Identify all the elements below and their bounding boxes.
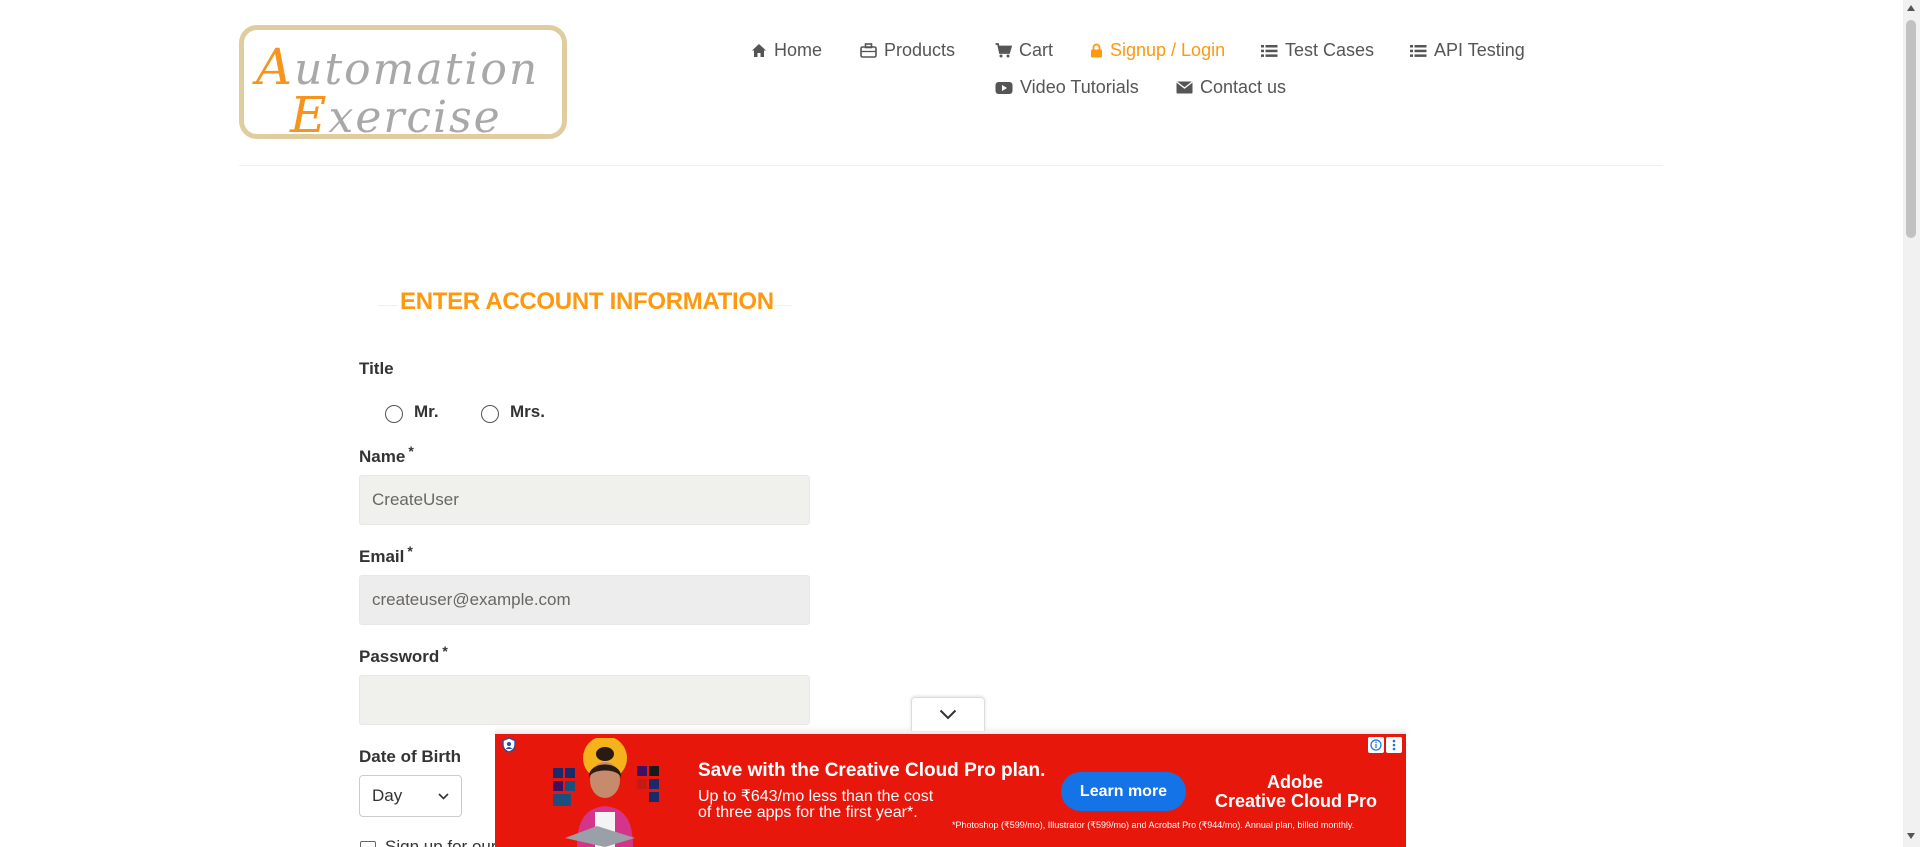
heading-line-left (378, 305, 398, 306)
ad-banner[interactable]: Save with the Creative Cloud Pro plan. U… (495, 734, 1406, 847)
dob-label: Date of Birth (359, 747, 461, 766)
ad-collapse-button[interactable] (911, 697, 985, 731)
scroll-down-arrow-icon[interactable] (1907, 833, 1915, 839)
nav-test-cases[interactable]: Test Cases (1261, 40, 1374, 61)
email-label: Email * (359, 543, 413, 566)
header-divider (239, 165, 1663, 166)
nav-signup-login[interactable]: Signup / Login (1090, 40, 1225, 61)
page-scrollbar[interactable] (1903, 0, 1920, 847)
password-label: Password * (359, 643, 448, 666)
title-mrs-radio[interactable] (481, 405, 499, 423)
ad-person-image (553, 738, 659, 847)
name-field[interactable]: CreateUser (359, 475, 810, 525)
logo-line-2: Exercise (290, 86, 502, 139)
form-heading: ENTER ACCOUNT INFORMATION (378, 288, 792, 322)
more-vertical-icon (1392, 739, 1396, 751)
ad-learn-more-button[interactable]: Learn more (1061, 772, 1186, 811)
ad-subtext-1: Up to ₹643/mo less than the cost (698, 788, 934, 805)
site-logo[interactable]: Automation Exercise (239, 25, 567, 139)
nav-video-tutorials[interactable]: Video Tutorials (995, 77, 1139, 98)
title-mr-radio[interactable] (385, 405, 403, 423)
lock-icon (1091, 43, 1102, 58)
briefcase-icon (860, 43, 877, 58)
nav-api-testing[interactable]: API Testing (1410, 40, 1525, 61)
name-label: Name * (359, 443, 414, 466)
email-field[interactable]: createuser@example.com (359, 575, 810, 625)
nav-home[interactable]: Home (751, 40, 822, 61)
nav-products[interactable]: Products (860, 40, 955, 61)
title-mr-label: Mr. (414, 402, 439, 421)
nav-contact-us[interactable]: Contact us (1176, 77, 1286, 98)
chevron-down-icon (939, 709, 957, 720)
required-mark: * (407, 543, 413, 559)
ad-subtext-2: of three apps for the first year*. (698, 804, 918, 821)
list-icon (1261, 44, 1278, 57)
cart-icon (995, 43, 1012, 58)
dob-day-select[interactable]: Day (359, 775, 462, 817)
home-icon (752, 44, 766, 57)
youtube-icon (995, 81, 1013, 94)
ad-headline: Save with the Creative Cloud Pro plan. (698, 760, 1046, 781)
form-heading-text: ENTER ACCOUNT INFORMATION (400, 288, 774, 315)
scroll-up-arrow-icon[interactable] (1907, 5, 1915, 11)
heading-line-right (772, 305, 792, 306)
scrollbar-thumb[interactable] (1906, 20, 1916, 238)
required-mark: * (408, 443, 414, 459)
shield-icon (502, 737, 516, 753)
envelope-icon (1176, 81, 1193, 94)
password-field[interactable] (359, 675, 810, 725)
ad-info-button[interactable] (1368, 737, 1384, 753)
title-mrs-label: Mrs. (510, 402, 545, 421)
title-label: Title (359, 359, 394, 378)
ad-brand-product: Creative Cloud Pro (1215, 791, 1378, 811)
ad-fine-print: *Photoshop (₹599/mo), Illustrator (₹599/… (952, 820, 1355, 830)
newsletter-checkbox[interactable] (360, 841, 376, 847)
nav-cart[interactable]: Cart (995, 40, 1053, 61)
ad-menu-button[interactable] (1386, 737, 1402, 753)
required-mark: * (442, 643, 448, 659)
ad-brand-adobe: Adobe (1267, 772, 1323, 792)
list-icon (1410, 44, 1427, 57)
chevron-down-icon (438, 792, 449, 800)
site-header: Automation Exercise Home Products Cart S… (0, 0, 1920, 166)
info-icon (1370, 739, 1382, 751)
